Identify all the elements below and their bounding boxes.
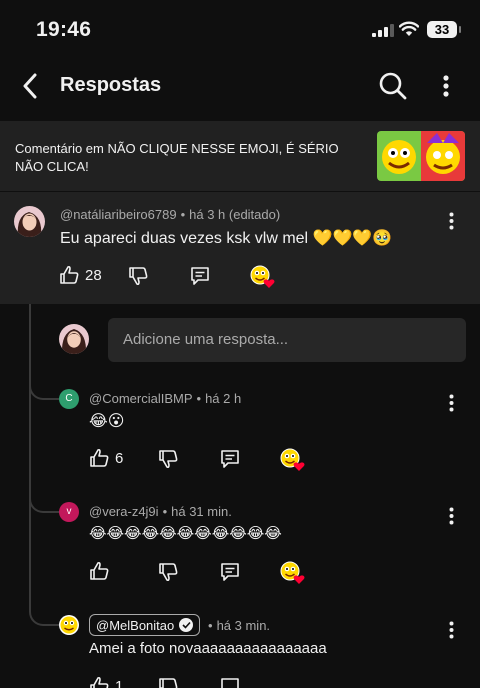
dislike-button[interactable] bbox=[158, 677, 178, 688]
creator-heart-badge bbox=[280, 561, 306, 585]
parent-comment: @natáliaribeiro6789 • há 3 h (editado) Eu … bbox=[0, 192, 480, 304]
video-thumbnail[interactable] bbox=[377, 131, 465, 181]
avatar[interactable] bbox=[14, 206, 45, 237]
comment-icon bbox=[221, 678, 239, 688]
video-context-text: Comentário em NÃO CLIQUE NESSE EMOJI, É … bbox=[15, 141, 339, 174]
like-count: 28 bbox=[85, 266, 102, 284]
comment-text: Eu apareci duas vezes ksk vlw mel 💛💛💛🥹 bbox=[60, 230, 393, 247]
reply-button[interactable] bbox=[219, 448, 241, 470]
reply-text: 😂😂😂😂😂😂😂😂😂😂😂 bbox=[89, 525, 282, 542]
reply-meta: @ComercialIBMP • há 2 h bbox=[89, 391, 242, 406]
like-count: 1 bbox=[115, 677, 124, 688]
reply-author[interactable]: @ComercialIBMP bbox=[89, 391, 193, 406]
like-button[interactable]: 28 bbox=[59, 265, 102, 285]
creator-name-chip[interactable]: @MelBonitao bbox=[89, 614, 201, 636]
dislike-button[interactable] bbox=[158, 449, 178, 469]
reply-author: @MelBonitao bbox=[96, 617, 175, 633]
reply-time: há 2 h bbox=[205, 391, 242, 406]
thumb-down-icon bbox=[159, 678, 178, 688]
dislike-button[interactable] bbox=[128, 266, 148, 286]
reply-time: há 3 min. bbox=[216, 618, 271, 633]
creator-heart-icon bbox=[280, 448, 305, 471]
reply-text: 😂😮 bbox=[89, 413, 125, 430]
page-title: Respostas bbox=[60, 74, 162, 96]
reply-more-button[interactable] bbox=[441, 617, 461, 643]
comment-icon bbox=[191, 267, 209, 285]
reply-input[interactable]: Adicione uma resposta... bbox=[108, 318, 466, 362]
like-button[interactable]: 6 bbox=[89, 448, 123, 468]
like-count: 6 bbox=[115, 449, 124, 467]
reply-avatar[interactable]: C bbox=[59, 389, 79, 409]
comment-icon bbox=[221, 450, 239, 468]
comment-meta: @natáliaribeiro6789 • há 3 h (editado) bbox=[60, 207, 281, 222]
reply-author[interactable]: @vera-z4j9i bbox=[89, 504, 159, 519]
search-button[interactable] bbox=[377, 70, 409, 102]
thumb-down-icon bbox=[129, 267, 148, 286]
search-icon bbox=[379, 72, 407, 100]
reply-more-button[interactable] bbox=[441, 390, 461, 416]
reply-text: Amei a foto novaaaaaaaaaaaaaaaa bbox=[89, 640, 327, 657]
reply-button[interactable] bbox=[219, 676, 241, 688]
like-button[interactable]: 1 bbox=[89, 676, 123, 688]
back-button[interactable] bbox=[14, 70, 46, 102]
battery-indicator: 33 bbox=[427, 21, 461, 38]
thumb-up-icon bbox=[90, 561, 109, 580]
video-context-link[interactable]: Comentário em NÃO CLIQUE NESSE EMOJI, É … bbox=[0, 121, 480, 191]
reply-button[interactable] bbox=[219, 561, 241, 583]
thread-connector bbox=[29, 493, 59, 513]
thumb-up-icon bbox=[90, 448, 109, 467]
reply-more-button[interactable] bbox=[441, 503, 461, 529]
creator-heart-icon bbox=[280, 561, 305, 584]
dislike-button[interactable] bbox=[158, 562, 178, 582]
reply-meta: @vera-z4j9i • há 31 min. bbox=[89, 504, 232, 519]
creator-heart-badge bbox=[250, 265, 276, 289]
thread-connector bbox=[29, 606, 59, 626]
reply-button[interactable] bbox=[189, 265, 211, 287]
wifi-icon bbox=[399, 21, 419, 36]
thumb-down-icon bbox=[159, 563, 178, 582]
more-vert-icon bbox=[449, 621, 453, 639]
status-bar: 19:46 33 bbox=[0, 0, 480, 58]
more-vert-icon bbox=[449, 212, 453, 230]
thumb-up-icon bbox=[60, 265, 79, 284]
creator-heart-icon bbox=[250, 265, 275, 288]
reply-time: há 31 min. bbox=[171, 504, 232, 519]
more-vert-icon bbox=[449, 507, 453, 525]
app-header: Respostas bbox=[0, 58, 480, 116]
comment-more-button[interactable] bbox=[441, 208, 461, 234]
comment-time: há 3 h (editado) bbox=[189, 207, 281, 222]
creator-heart-badge bbox=[280, 448, 306, 472]
more-vert-icon bbox=[443, 75, 449, 97]
thread-connector bbox=[29, 380, 59, 400]
thumb-up-icon bbox=[90, 676, 109, 688]
reply-meta: • há 3 min. bbox=[208, 618, 271, 633]
verified-check-icon bbox=[179, 618, 194, 632]
reply-avatar[interactable]: v bbox=[59, 502, 79, 522]
comment-icon bbox=[221, 563, 239, 581]
creator-avatar-icon bbox=[59, 615, 79, 635]
status-time: 19:46 bbox=[36, 18, 92, 41]
like-button[interactable] bbox=[89, 561, 115, 581]
comment-author[interactable]: @natáliaribeiro6789 bbox=[60, 207, 177, 222]
more-vert-icon bbox=[449, 394, 453, 412]
reply-avatar[interactable] bbox=[59, 615, 79, 635]
cellular-signal-icon bbox=[372, 24, 394, 37]
thumb-down-icon bbox=[159, 450, 178, 469]
more-options-button[interactable] bbox=[434, 70, 458, 102]
my-avatar bbox=[59, 324, 89, 354]
arrow-back-icon bbox=[23, 73, 37, 99]
